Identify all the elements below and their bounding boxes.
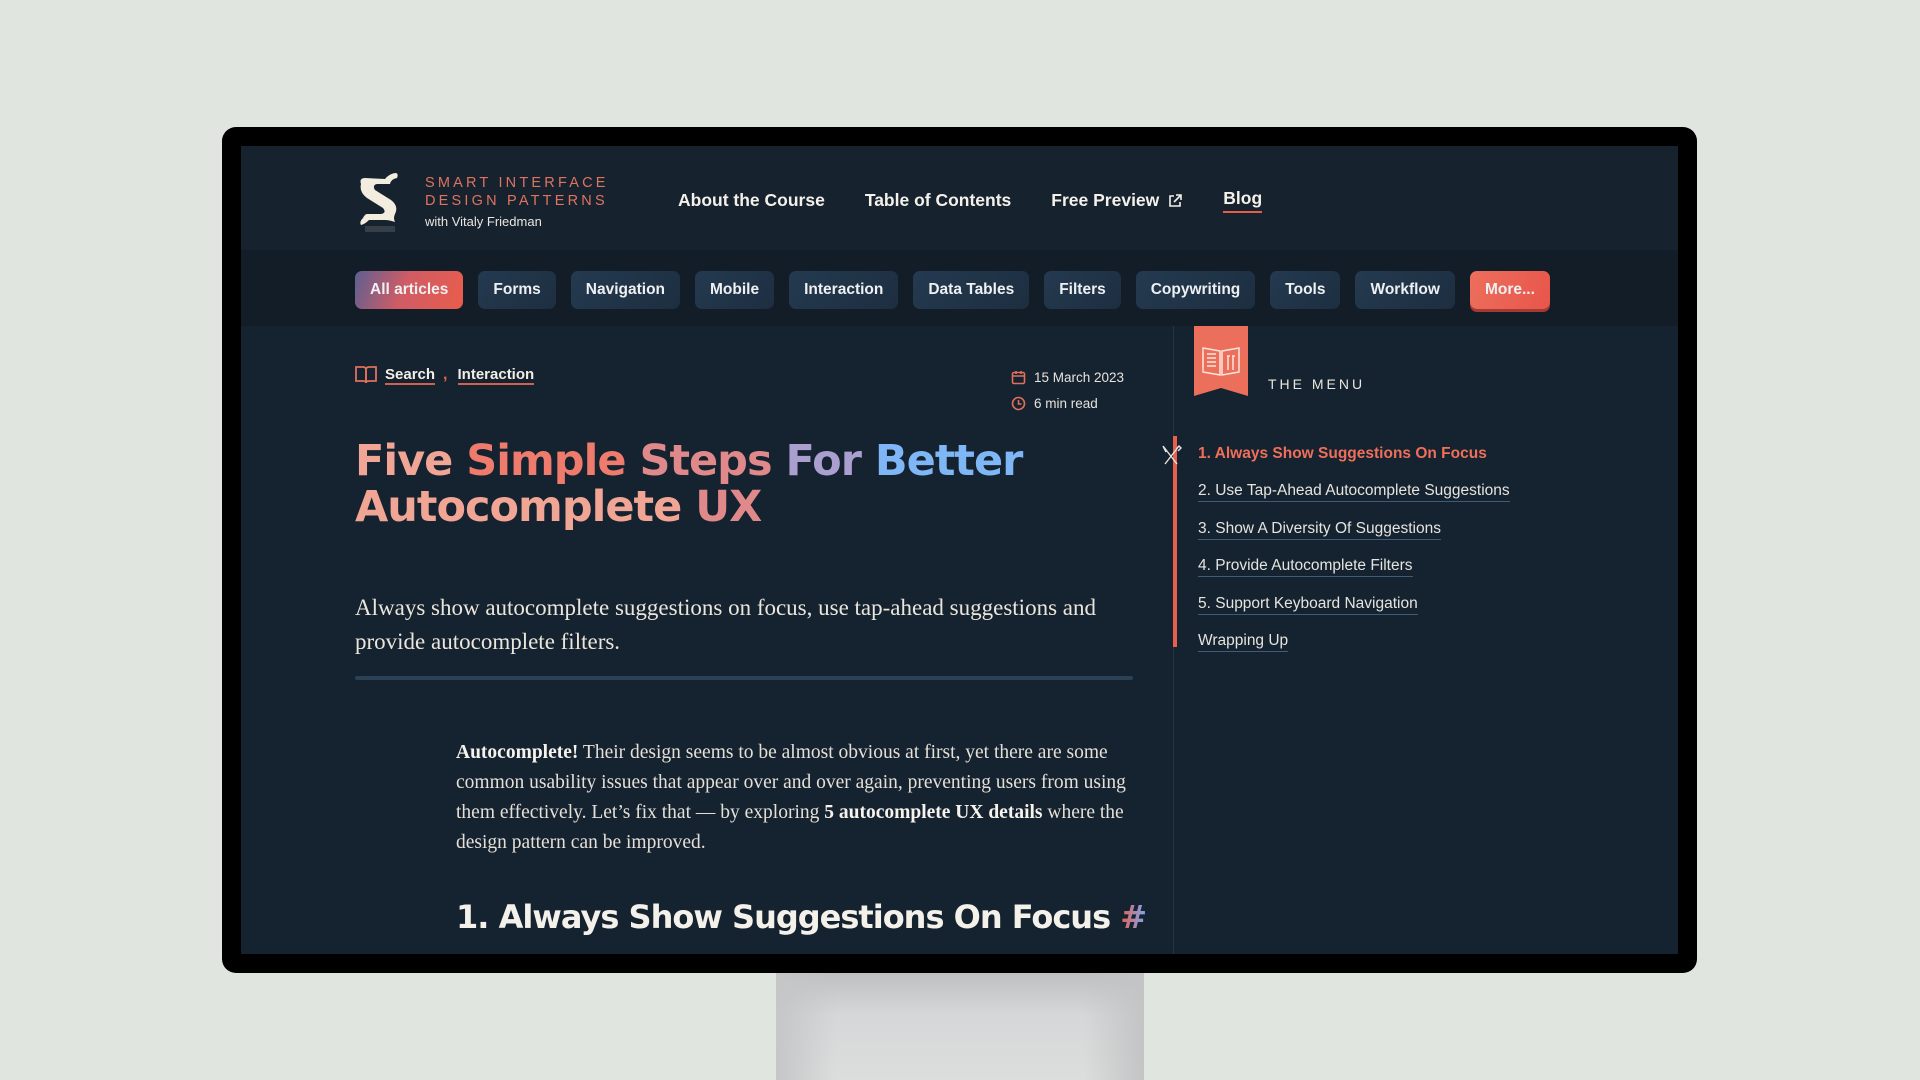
top-navigation: SMART INTERFACE DESIGN PATTERNS with Vit… [241,146,1678,250]
nav-label: Blog [1223,188,1263,208]
title-word: Steps [639,436,772,486]
logo-line-2: DESIGN PATTERNS [425,193,608,209]
category-filter-bar: All articles Forms Navigation Mobile Int… [241,250,1678,326]
title-word: Better [874,436,1023,486]
filter-data-tables[interactable]: Data Tables [913,271,1030,309]
toc-link-3[interactable]: 3. Show A Diversity Of Suggestions [1198,520,1441,540]
toc-item: Wrapping Up [1198,624,1510,662]
filter-workflow[interactable]: Workflow [1355,271,1455,309]
category-interaction-link[interactable]: Interaction [457,366,535,385]
filter-interaction[interactable]: Interaction [789,271,899,309]
toc-link-1[interactable]: 1. Always Show Suggestions On Focus [1198,445,1487,464]
filter-filters[interactable]: Filters [1044,271,1121,309]
filter-mobile[interactable]: Mobile [695,271,775,309]
calendar-icon [1011,370,1026,384]
intro-bold: Autocomplete! [456,741,579,763]
publish-date: 15 March 2023 [1034,369,1125,385]
article-categories: Search , Interaction [355,365,535,385]
logo-subtitle: with Vitaly Friedman [425,214,542,229]
menu-book-icon [1194,326,1248,396]
article-lede: Always show autocomplete suggestions on … [355,595,1096,654]
toc-item: 3. Show A Diversity Of Suggestions [1198,511,1510,549]
section-heading-text: 1. Always Show Suggestions On Focus [456,898,1111,936]
nav-blog[interactable]: Blog [1223,188,1263,213]
toc-link-2[interactable]: 2. Use Tap-Ahead Autocomplete Suggestion… [1198,482,1510,503]
monitor-frame: SMART INTERFACE DESIGN PATTERNS with Vit… [222,127,1697,973]
table-of-contents: 1. Always Show Suggestions On Focus 2. U… [1162,436,1510,662]
s-monogram-icon[interactable] [355,170,405,232]
title-word: For [785,436,862,486]
title-word: Five [355,436,453,486]
intro-bold: 5 autocomplete UX details [824,801,1043,823]
title-word: UX [695,482,762,532]
toc-item: 1. Always Show Suggestions On Focus [1162,436,1510,474]
nav-free-preview[interactable]: Free Preview [1051,188,1183,213]
book-icon [355,366,377,384]
category-search-link[interactable]: Search [385,366,436,385]
main-nav: About the Course Table of Contents Free … [678,188,1263,213]
title-word: Autocomplete [355,482,682,532]
toc-link-5[interactable]: 5. Support Keyboard Navigation [1198,595,1418,615]
filter-copywriting[interactable]: Copywriting [1135,271,1256,309]
nav-label: Free Preview [1051,190,1160,210]
filter-navigation[interactable]: Navigation [570,271,681,309]
nav-about-course[interactable]: About the Course [678,188,825,213]
menu-label: THE MENU [1268,376,1366,392]
toc-item: 4. Provide Autocomplete Filters [1198,549,1510,587]
logo-wordmark[interactable]: SMART INTERFACE DESIGN PATTERNS with Vit… [425,174,609,232]
nav-table-of-contents[interactable]: Table of Contents [865,188,1011,213]
nav-label: About the Course [678,190,825,210]
clock-icon [1011,396,1026,410]
toc-item: 2. Use Tap-Ahead Autocomplete Suggestion… [1198,474,1510,512]
toc-link-wrapping-up[interactable]: Wrapping Up [1198,632,1289,653]
section-divider [355,676,1133,680]
logo-line-1: SMART INTERFACE [425,175,609,191]
website-screen: SMART INTERFACE DESIGN PATTERNS with Vit… [241,146,1678,954]
article-intro: Autocomplete! Their design seems to be a… [456,738,1156,858]
article-title: Five Simple Steps For Better Autocomplet… [355,438,1055,530]
filter-more-button[interactable]: More... [1469,271,1550,309]
toc-link-4[interactable]: 4. Provide Autocomplete Filters [1198,557,1413,578]
title-word: Simple [466,436,626,486]
fork-knife-icon [1162,444,1182,465]
filter-forms[interactable]: Forms [478,271,556,309]
read-time: 6 min read [1034,395,1098,411]
section-anchor-link[interactable]: # [1120,898,1147,936]
monitor-stand [776,972,1144,1080]
filter-tools[interactable]: Tools [1270,271,1341,309]
external-link-icon [1169,193,1183,207]
section-heading: 1. Always Show Suggestions On Focus # [456,898,1147,936]
toc-item: 5. Support Keyboard Navigation [1198,586,1510,624]
article-meta: 15 March 2023 6 min read [1011,364,1124,416]
filter-all-articles[interactable]: All articles [355,271,464,309]
category-separator: , [443,366,448,383]
nav-label: Table of Contents [864,190,1012,210]
